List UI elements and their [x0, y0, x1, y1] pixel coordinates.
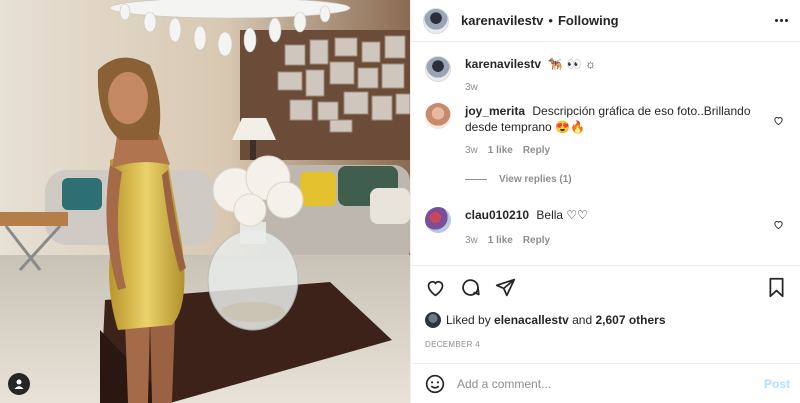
post-photo[interactable] [0, 0, 410, 403]
commenter-username[interactable]: joy_merita [465, 104, 525, 118]
room-scene-image [0, 0, 410, 403]
comment-likes[interactable]: 1 like [488, 235, 513, 246]
more-options-icon[interactable] [775, 19, 788, 22]
comment-body: Bella ♡♡ [536, 208, 588, 222]
view-replies-line [465, 179, 487, 180]
author-username[interactable]: karenavilestv [461, 13, 543, 28]
following-button[interactable]: Following [558, 13, 619, 28]
caption-text: karenavilestv 🐕‍🦺 👀 ☼ [465, 56, 786, 72]
liker-username[interactable]: elenacallestv [494, 313, 569, 327]
commenter-avatar[interactable] [425, 207, 451, 233]
commenter-avatar[interactable] [425, 103, 451, 129]
liker-avatar[interactable] [425, 312, 441, 328]
reply-button[interactable]: Reply [523, 145, 550, 156]
caption-username[interactable]: karenavilestv [465, 57, 541, 71]
reply-button[interactable]: Reply [523, 235, 550, 246]
view-replies-label: View replies (1) [499, 174, 572, 185]
caption-emojis: 🐕‍🦺 👀 ☼ [548, 57, 596, 71]
author-avatar[interactable] [423, 7, 449, 34]
post-date[interactable]: DECEMBER 4 [425, 340, 786, 349]
caption-time[interactable]: 3w [465, 82, 478, 93]
emoji-icon[interactable] [425, 374, 445, 394]
post-side-panel: karenavilestv • Following karenavilestv … [410, 0, 800, 403]
comment-icon[interactable] [460, 277, 481, 298]
share-icon[interactable] [495, 277, 516, 298]
comments-list: karenavilestv 🐕‍🦺 👀 ☼ 3w joy_merita Desc… [411, 42, 800, 265]
post-header: karenavilestv • Following [411, 0, 800, 42]
add-comment-bar: Post [411, 363, 800, 403]
comment-time[interactable]: 3w [465, 145, 478, 156]
comment-item: joy_merita Descripción gráfica de eso fo… [425, 103, 786, 156]
commenter-username[interactable]: clau010210 [465, 208, 529, 222]
instagram-post: karenavilestv • Following karenavilestv … [0, 0, 800, 403]
header-separator: • [548, 13, 553, 28]
comment-input[interactable] [457, 376, 764, 391]
likes-middle: and [572, 313, 593, 327]
tagged-users-icon[interactable] [8, 373, 30, 395]
comment-heart-icon[interactable] [773, 217, 784, 233]
likes-others[interactable]: 2,607 others [595, 313, 665, 327]
comment-item: clau010210 Bella ♡♡ 3w 1 like Reply [425, 207, 786, 246]
likes-prefix: Liked by [446, 313, 491, 327]
caption-avatar[interactable] [425, 56, 451, 82]
heart-icon[interactable] [425, 277, 446, 298]
post-actions: Liked by elenacallestv and 2,607 others … [411, 265, 800, 363]
comment-heart-icon[interactable] [773, 113, 784, 129]
bookmark-icon[interactable] [767, 277, 786, 298]
post-comment-button[interactable]: Post [764, 377, 790, 391]
view-replies-button[interactable]: View replies (1) [465, 174, 786, 185]
caption: karenavilestv 🐕‍🦺 👀 ☼ 3w [425, 56, 786, 93]
likes-summary: Liked by elenacallestv and 2,607 others [425, 312, 786, 328]
comment-text: clau010210 Bella ♡♡ [465, 207, 786, 223]
comment-time[interactable]: 3w [465, 235, 478, 246]
comment-text: joy_merita Descripción gráfica de eso fo… [465, 103, 786, 135]
action-row [425, 276, 786, 298]
comment-likes[interactable]: 1 like [488, 145, 513, 156]
